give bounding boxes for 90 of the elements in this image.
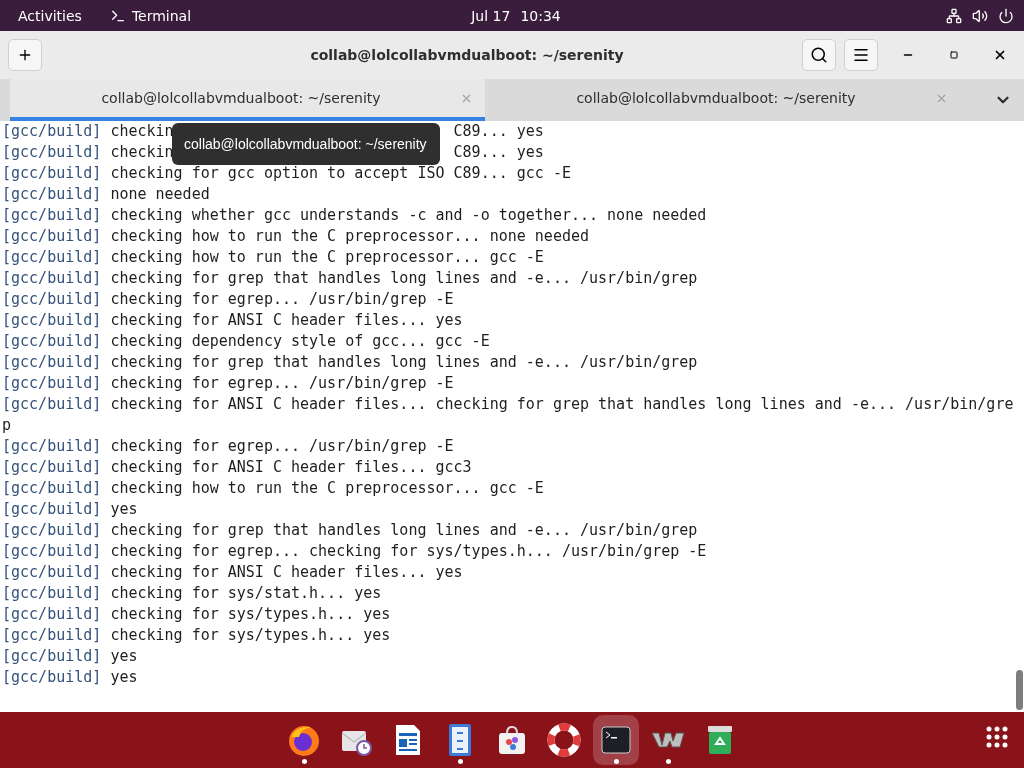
line-prefix: [gcc/build] — [2, 541, 103, 562]
volume-icon[interactable] — [972, 7, 988, 24]
recycle-bin-icon — [706, 724, 734, 756]
tooltip: collab@lolcollabvmdualboot: ~/serenity — [172, 123, 440, 165]
output-text: checking for ANSI C header files... gcc3 — [110, 457, 472, 478]
line-prefix: [gcc/build] — [2, 562, 103, 583]
output-text: checking for egrep... /usr/bin/grep -E — [110, 436, 454, 457]
line-prefix: [gcc/build] — [2, 457, 103, 478]
output-text: checking for sys/stat.h... yes — [110, 583, 382, 604]
line-prefix: [gcc/build] — [2, 520, 103, 541]
running-dot — [458, 759, 463, 764]
tab[interactable]: collab@lolcollabvmdualboot: ~/serenity — [485, 79, 960, 121]
scrollbar-thumb[interactable] — [1016, 670, 1024, 710]
output-text: checking for grep that handles long lines and -e... /usr/bin/grep — [110, 520, 698, 541]
tab[interactable]: collab@lolcollabvmdualboot: ~/serenity — [10, 79, 485, 121]
lifebuoy-icon — [547, 723, 581, 757]
line-prefix: [gcc/build] — [2, 247, 103, 268]
running-dot — [614, 759, 619, 764]
browser-icon — [287, 723, 321, 757]
output-text: checking how to run the C preprocessor... gcc -E — [110, 247, 544, 268]
document-icon — [393, 723, 423, 757]
line-prefix: [gcc/build] — [2, 667, 103, 688]
line-prefix: [gcc/build] — [2, 163, 103, 184]
line-prefix: [gcc/build] — [2, 394, 103, 415]
app-menu[interactable]: Terminal — [131, 7, 192, 24]
file-cabinet-icon — [447, 723, 473, 757]
output-text: C89... yes — [453, 121, 544, 142]
app-grid-icon — [986, 726, 1008, 748]
line-prefix: [gcc/build] — [2, 184, 103, 205]
line-prefix: [gcc/build] — [2, 142, 103, 163]
shopping-bag-icon — [496, 724, 528, 756]
output-text: checking for ANSI C header files... yes — [110, 562, 463, 583]
output-text: checking for ANSI C header files... checking for grep that handles long lines and -e... /usr/bin/gre — [110, 394, 1014, 415]
line-prefix: [gcc/build] — [2, 646, 103, 667]
output-text: checking dependency style of gcc... gcc -E — [110, 331, 490, 352]
line-prefix: [gcc/build] — [2, 226, 103, 247]
vm-icon — [651, 730, 685, 750]
line-prefix: [gcc/build] — [2, 331, 103, 352]
output-text: checking how to run the C preprocessor... gcc -E — [110, 478, 544, 499]
dock-item[interactable] — [593, 715, 639, 765]
time[interactable]: 10:34 — [520, 7, 561, 24]
plus-icon — [17, 47, 33, 63]
output-text: checking for egrep... /usr/bin/grep -E — [110, 373, 454, 394]
output-text: checkin — [110, 122, 174, 140]
search-icon — [810, 46, 828, 64]
line-prefix: [gcc/build] — [2, 604, 103, 625]
output-text: yes — [110, 646, 138, 667]
output-text: checking for grep that handles long lines and -e... /usr/bin/grep — [110, 352, 698, 373]
output-text: checking how to run the C preprocessor... none needed — [110, 226, 589, 247]
menu-icon — [852, 46, 870, 64]
line-prefix: [gcc/build] — [2, 436, 103, 457]
running-dot — [302, 759, 307, 764]
network-icon[interactable] — [946, 7, 962, 24]
output-text: checking whether gcc understands -c and -o together... none needed — [110, 205, 707, 226]
output-text: checking for sys/types.h... yes — [110, 604, 391, 625]
output-text: yes — [110, 667, 138, 688]
line-prefix: [gcc/build] — [2, 121, 103, 142]
output-text: p — [2, 415, 12, 436]
line-prefix: [gcc/build] — [2, 352, 103, 373]
terminal-icon — [601, 726, 631, 754]
search-button[interactable] — [802, 39, 836, 71]
activities-button[interactable]: Activities — [18, 7, 82, 24]
line-prefix: [gcc/build] — [2, 499, 103, 520]
line-prefix: [gcc/build] — [2, 583, 103, 604]
output-text: none needed — [110, 184, 210, 205]
line-prefix: [gcc/build] — [2, 205, 103, 226]
maximize-icon — [950, 51, 958, 59]
new-tab-button[interactable] — [8, 39, 42, 71]
app-grid-button[interactable] — [986, 726, 1008, 748]
output-text: checking for sys/types.h... yes — [110, 625, 391, 646]
output-text: checkin — [110, 143, 174, 161]
window-title: collab@lolcollabvmdualboot: ~/serenity — [309, 47, 625, 63]
line-prefix: [gcc/build] — [2, 625, 103, 646]
line-prefix: [gcc/build] — [2, 478, 103, 499]
output-text: checking for egrep... checking for sys/types.h... /usr/bin/grep -E — [110, 541, 707, 562]
date[interactable]: Jul 17 — [471, 7, 511, 24]
output-text: checking for gcc option to accept ISO C89... gcc -E — [110, 163, 571, 184]
menu-button[interactable] — [844, 39, 878, 71]
output-text: yes — [110, 499, 138, 520]
line-prefix: [gcc/build] — [2, 268, 103, 289]
line-prefix: [gcc/build] — [2, 373, 103, 394]
close-icon — [993, 48, 1007, 62]
running-dot — [666, 759, 671, 764]
output-text: C89... yes — [453, 142, 544, 163]
line-prefix: [gcc/build] — [2, 310, 103, 331]
output-text: checking for egrep... /usr/bin/grep -E — [110, 289, 454, 310]
power-icon[interactable] — [998, 7, 1014, 24]
output-text: checking for ANSI C header files... yes — [110, 310, 463, 331]
line-prefix: [gcc/build] — [2, 289, 103, 310]
output-text: checking for grep that handles long lines and -e... /usr/bin/grep — [110, 268, 698, 289]
